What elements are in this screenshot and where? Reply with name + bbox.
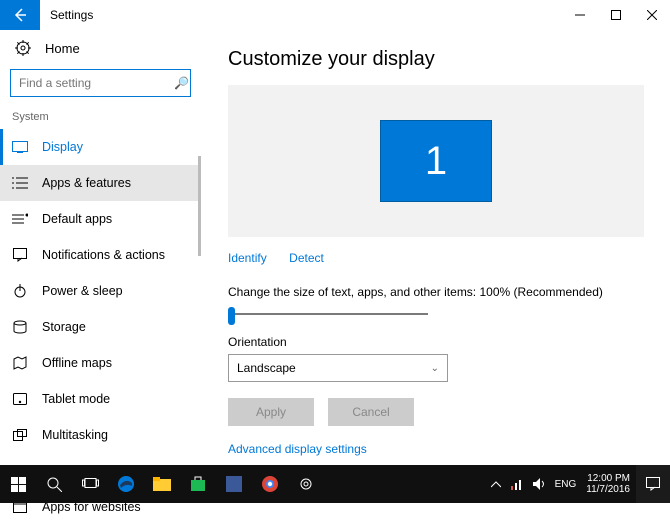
store-icon[interactable]	[180, 465, 216, 503]
sidebar-item-label: Apps & features	[42, 176, 131, 190]
search-icon: 🔍	[174, 76, 189, 90]
identify-link[interactable]: Identify	[228, 251, 267, 265]
apply-button[interactable]: Apply	[228, 398, 314, 426]
orientation-value: Landscape	[237, 361, 296, 375]
notification-icon	[12, 247, 28, 263]
maximize-button[interactable]	[598, 0, 634, 30]
app-icon-1[interactable]	[216, 465, 252, 503]
sidebar-item-label: Default apps	[42, 212, 112, 226]
start-button[interactable]	[0, 465, 36, 503]
section-header: System	[0, 105, 201, 129]
advanced-display-link[interactable]: Advanced display settings	[228, 442, 644, 456]
cancel-button[interactable]: Cancel	[328, 398, 414, 426]
sidebar-item-multitasking[interactable]: Multitasking	[0, 417, 201, 453]
sidebar-item-storage[interactable]: Storage	[0, 309, 201, 345]
clock[interactable]: 12:00 PM 11/7/2016	[580, 473, 636, 495]
date-text: 11/7/2016	[586, 484, 630, 495]
tablet-icon	[12, 391, 28, 407]
home-nav[interactable]: Home	[0, 30, 201, 66]
sidebar-item-label: Display	[42, 140, 83, 154]
slider-track	[228, 313, 428, 315]
sidebar-item-label: Tablet mode	[42, 392, 110, 406]
scale-label: Change the size of text, apps, and other…	[228, 285, 644, 299]
search-button[interactable]	[36, 465, 72, 503]
chevron-down-icon: ⌄	[431, 363, 439, 374]
close-button[interactable]	[634, 0, 670, 30]
chrome-icon[interactable]	[252, 465, 288, 503]
sidebar-item-power-sleep[interactable]: Power & sleep	[0, 273, 201, 309]
network-icon[interactable]	[507, 465, 529, 503]
sidebar-item-label: Multitasking	[42, 428, 108, 442]
sidebar-item-display[interactable]: Display	[0, 129, 201, 165]
list-icon	[12, 175, 28, 191]
map-icon	[12, 355, 28, 371]
scale-slider[interactable]	[228, 307, 428, 321]
monitor-number: 1	[425, 139, 447, 184]
sidebar-item-label: Power & sleep	[42, 284, 123, 298]
settings-taskbar-icon[interactable]	[288, 465, 324, 503]
time-text: 12:00 PM	[586, 473, 630, 484]
language-indicator[interactable]: ENG	[551, 479, 581, 490]
sidebar-item-apps-features[interactable]: Apps & features	[0, 165, 201, 201]
display-preview[interactable]: 1	[228, 85, 644, 237]
monitor-tile[interactable]: 1	[380, 120, 492, 202]
sidebar-item-default-apps[interactable]: Default apps	[0, 201, 201, 237]
sidebar-item-notifications[interactable]: Notifications & actions	[0, 237, 201, 273]
orientation-select[interactable]: Landscape ⌄	[228, 354, 448, 382]
storage-icon	[12, 319, 28, 335]
power-icon	[12, 283, 28, 299]
sidebar-item-tablet-mode[interactable]: Tablet mode	[0, 381, 201, 417]
main-panel: Customize your display 1 Identify Detect…	[202, 30, 670, 465]
taskbar: ENG 12:00 PM 11/7/2016	[0, 465, 670, 503]
search-input[interactable]: 🔍	[10, 69, 191, 97]
window-title: Settings	[50, 8, 93, 22]
scrollbar[interactable]	[198, 156, 201, 256]
page-title: Customize your display	[228, 48, 644, 71]
search-field[interactable]	[19, 76, 174, 90]
minimize-button[interactable]	[562, 0, 598, 30]
tray-chevron-up-icon[interactable]	[485, 465, 507, 503]
home-label: Home	[45, 41, 80, 56]
sidebar-item-label: Storage	[42, 320, 86, 334]
detect-link[interactable]: Detect	[289, 251, 324, 265]
display-icon	[12, 139, 28, 155]
sidebar-item-label: Notifications & actions	[42, 248, 165, 262]
orientation-label: Orientation	[228, 335, 644, 349]
slider-thumb[interactable]	[228, 307, 235, 325]
action-center-icon[interactable]	[636, 465, 670, 503]
file-explorer-icon[interactable]	[144, 465, 180, 503]
sidebar: Home 🔍 System Display Apps & features De…	[0, 30, 202, 465]
volume-icon[interactable]	[529, 465, 551, 503]
edge-icon[interactable]	[108, 465, 144, 503]
sidebar-item-label: Offline maps	[42, 356, 112, 370]
gear-icon	[15, 40, 31, 56]
task-view-button[interactable]	[72, 465, 108, 503]
back-button[interactable]	[0, 0, 40, 30]
multitask-icon	[12, 427, 28, 443]
sidebar-item-offline-maps[interactable]: Offline maps	[0, 345, 201, 381]
defaults-icon	[12, 211, 28, 227]
